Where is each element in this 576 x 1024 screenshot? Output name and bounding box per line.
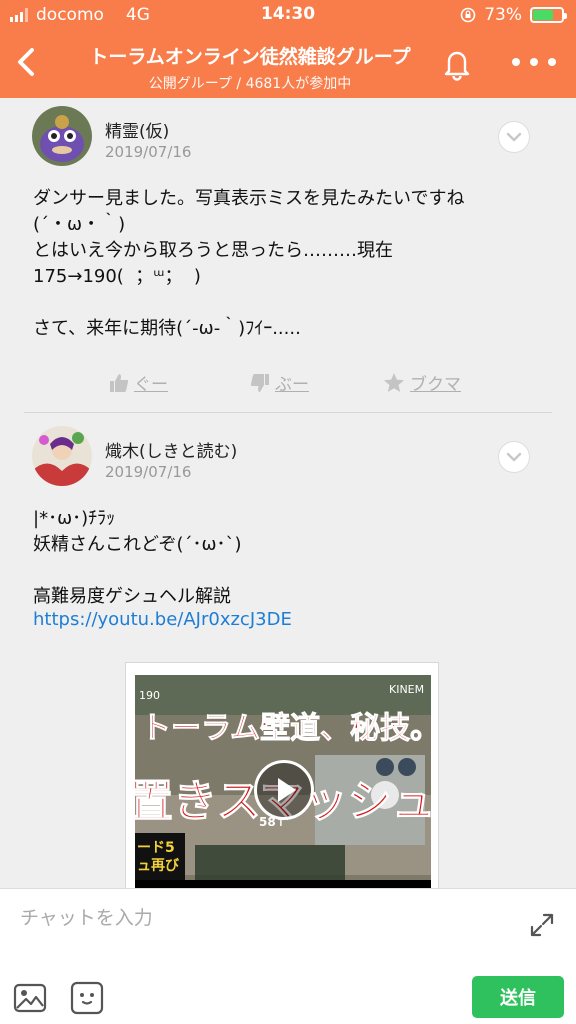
video-overlay-side-text: ード5 — [137, 840, 175, 856]
attach-image-button[interactable] — [12, 980, 48, 1016]
thumbs-up-icon — [110, 373, 129, 392]
post-menu-button[interactable] — [498, 441, 530, 473]
battery-percent: 73% — [484, 5, 522, 25]
post-divider — [24, 412, 552, 413]
more-options-button[interactable] — [512, 52, 556, 72]
like-button[interactable]: ぐー — [108, 370, 168, 395]
play-icon — [278, 778, 296, 802]
avatar[interactable] — [32, 106, 92, 166]
like-label: ぐー — [134, 375, 168, 395]
video-preview-card[interactable]: トーラム壁道、秘技。 置きスマッシュ ード5 ュ再び KINEM 190 58↑ — [125, 662, 439, 902]
post-body: |*･ω･)ﾁﾗｯ 妖精さんこれどぞ(´･ω･`) 高難易度ゲシュヘル解説 — [33, 508, 242, 607]
group-title: トーラムオンライン徒然雑談グループ — [89, 46, 411, 68]
dislike-label: ぶー — [275, 375, 309, 395]
notification-button[interactable] — [438, 44, 476, 82]
play-button[interactable] — [254, 760, 314, 820]
post-menu-button[interactable] — [498, 121, 530, 153]
group-subtitle: 公開グループ / 4681人が参加中 — [148, 76, 352, 92]
group-title-area[interactable]: トーラムオンライン徒然雑談グループ 公開グループ / 4681人が参加中 — [60, 42, 440, 93]
chevron-left-icon — [18, 48, 34, 76]
status-bar: docomo 4G 14:30 73% — [0, 0, 576, 30]
more-dot-icon — [548, 58, 556, 66]
avatar[interactable] — [32, 426, 92, 486]
star-icon — [384, 372, 404, 392]
dislike-button[interactable]: ぶー — [249, 370, 309, 395]
author-name[interactable]: 精霊(仮) — [105, 117, 169, 142]
post-body: ダンサー見ました。写真表示ミスを見たみたいですね (´・ω・｀) とはいえ今から… — [33, 188, 465, 339]
chevron-down-icon — [506, 452, 522, 462]
more-dot-icon — [512, 58, 520, 66]
send-button[interactable]: 送信 — [472, 976, 564, 1018]
chat-input[interactable] — [20, 907, 500, 929]
back-button[interactable] — [8, 42, 44, 82]
image-icon — [13, 983, 47, 1013]
status-right: 73% — [460, 5, 567, 25]
video-overlay-hud-text: 190 — [139, 689, 160, 702]
bookmark-label: ブクマ — [410, 375, 461, 395]
expand-button[interactable] — [528, 911, 556, 939]
video-overlay-hud-text: KINEM — [389, 683, 425, 696]
bookmark-button[interactable]: ブクマ — [382, 370, 461, 395]
author-name[interactable]: 熾木(しきと読む) — [105, 437, 237, 462]
youtube-link[interactable]: https://youtu.be/AJr0xzcJ3DE — [33, 609, 292, 630]
thumbs-down-icon — [250, 373, 269, 392]
post-date: 2019/07/16 — [105, 463, 192, 481]
video-thumbnail[interactable]: トーラム壁道、秘技。 置きスマッシュ ード5 ュ再び KINEM 190 58↑ — [135, 675, 431, 890]
bell-icon — [444, 51, 470, 81]
post-date: 2019/07/16 — [105, 143, 192, 161]
sticker-button[interactable] — [69, 980, 105, 1016]
chat-composer: 送信 — [0, 888, 576, 1024]
sticker-icon — [70, 981, 104, 1015]
expand-icon — [530, 913, 554, 937]
battery-icon — [530, 7, 567, 23]
video-overlay-side-text: ュ再び — [137, 858, 179, 874]
more-dot-icon — [530, 58, 538, 66]
app-header: docomo 4G 14:30 73% トーラムオンライン徒然雑談グループ 公開… — [0, 0, 576, 98]
video-overlay-title: トーラム壁道、秘技。 — [140, 711, 431, 747]
chevron-down-icon — [506, 132, 522, 142]
orientation-lock-icon — [460, 7, 476, 23]
